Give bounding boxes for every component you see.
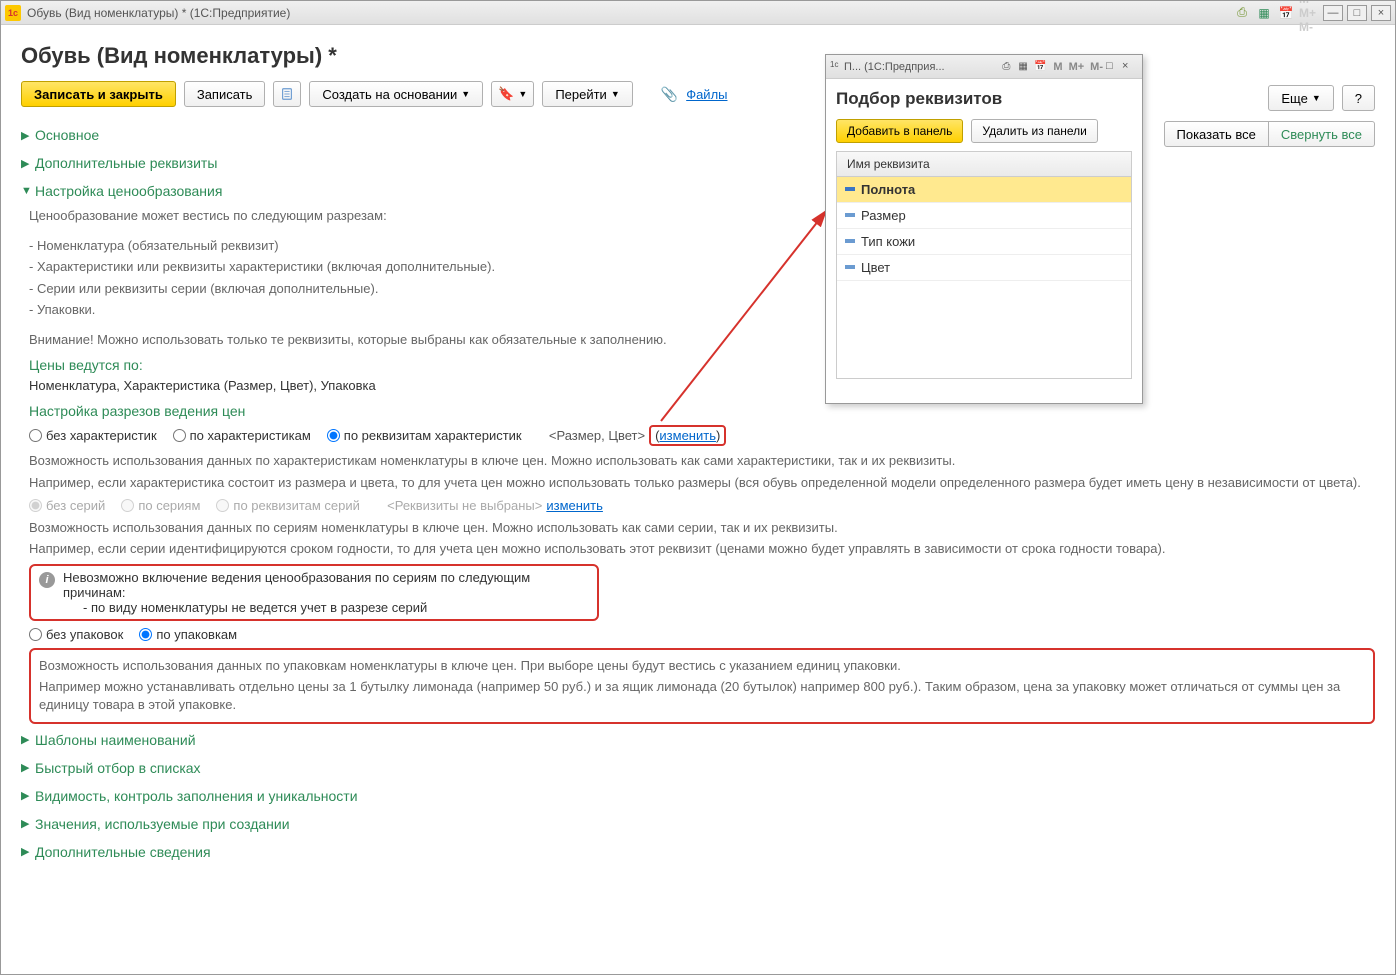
minimize-button[interactable]: —: [1323, 5, 1343, 21]
series-radio-row: без серий по сериям по реквизитам серий …: [29, 498, 1375, 513]
pack-desc-box: Возможность использования данных по упак…: [29, 648, 1375, 724]
popup-remove-button[interactable]: Удалить из панели: [971, 119, 1097, 143]
popup-titlebar: 1c П... (1С:Предприя... ⎙ ▦ 📅 M M+ M- □ …: [826, 55, 1142, 79]
m-icon[interactable]: M M+ M-: [1299, 4, 1317, 22]
popup-row-0[interactable]: Полнота: [837, 177, 1131, 203]
close-button[interactable]: ×: [1371, 5, 1391, 21]
series-desc-2: Например, если серии идентифицируются ср…: [29, 540, 1375, 558]
series-error-head: Невозможно включение ведения ценообразов…: [63, 570, 589, 600]
radio-by-series-req: по реквизитам серий: [216, 498, 360, 513]
char-desc-2: Например, если характеристика состоит из…: [29, 474, 1375, 492]
char-desc-1: Возможность использования данных по хара…: [29, 452, 1375, 470]
popup-print-icon[interactable]: ⎙: [1002, 61, 1018, 72]
change-char-box: (изменить): [649, 425, 726, 446]
collapse-all-button[interactable]: Свернуть все: [1269, 121, 1375, 147]
popup-calc-icon[interactable]: ▦: [1018, 61, 1034, 72]
radio-no-series: без серий: [29, 498, 105, 513]
pack-desc-1: Возможность использования данных по упак…: [39, 657, 1365, 675]
radio-by-char-req[interactable]: по реквизитам характеристик: [327, 428, 522, 443]
section-quick[interactable]: ▶Быстрый отбор в списках: [21, 756, 1375, 780]
attachment-icon[interactable]: 📎: [661, 86, 678, 103]
bullet-3: - Серии или реквизиты серии (включая доп…: [29, 280, 1375, 298]
bullet-2: - Характеристики или реквизиты характери…: [29, 258, 1375, 276]
main-window: 1c Обувь (Вид номенклатуры) * (1С:Предпр…: [0, 0, 1396, 975]
radio-by-char[interactable]: по характеристикам: [173, 428, 311, 443]
save-button[interactable]: Записать: [184, 81, 266, 107]
doc-button[interactable]: [273, 81, 301, 107]
tags-button[interactable]: 🔖 ▼: [491, 81, 534, 107]
section-values[interactable]: ▶Значения, используемые при создании: [21, 812, 1375, 836]
char-radio-row: без характеристик по характеристикам по …: [29, 425, 1375, 446]
series-req-tag: <Реквизиты не выбраны>: [387, 498, 542, 513]
char-req-tag: <Размер, Цвет>: [549, 428, 645, 443]
main-toolbar: Записать и закрыть Записать Создать на о…: [21, 81, 1375, 107]
popup-header: Подбор реквизитов: [836, 89, 1132, 109]
change-series-link[interactable]: изменить: [546, 498, 603, 513]
bullet-1: - Номенклатура (обязательный реквизит): [29, 237, 1375, 255]
create-based-button[interactable]: Создать на основании ▼: [309, 81, 483, 107]
goto-button[interactable]: Перейти ▼: [542, 81, 632, 107]
popup-row-2[interactable]: Тип кожи: [837, 229, 1131, 255]
popup-mplus-button[interactable]: M+: [1066, 61, 1088, 73]
series-error-box: i Невозможно включение ведения ценообраз…: [29, 564, 599, 621]
popup-mminus-button[interactable]: M-: [1087, 61, 1106, 73]
app-logo-icon: 1c: [5, 5, 21, 21]
radio-by-pack[interactable]: по упаковкам: [139, 627, 237, 642]
files-link[interactable]: Файлы: [686, 87, 727, 102]
popup-list-header: Имя реквизита: [837, 152, 1131, 177]
document-icon: [280, 87, 294, 101]
bullet-4: - Упаковки.: [29, 301, 1375, 319]
radio-no-char[interactable]: без характеристик: [29, 428, 157, 443]
more-button[interactable]: Еще ▼: [1268, 85, 1333, 111]
popup-close-button[interactable]: ×: [1122, 60, 1138, 74]
window-title: Обувь (Вид номенклатуры) * (1С:Предприят…: [27, 6, 290, 20]
page-title: Обувь (Вид номенклатуры) *: [21, 43, 1375, 69]
pack-desc-2: Например можно устанавливать отдельно це…: [39, 678, 1365, 714]
pricing-warning: Внимание! Можно использовать только те р…: [29, 331, 1375, 349]
popup-list: Имя реквизита Полнота Размер Тип кожи Цв…: [836, 151, 1132, 379]
help-button[interactable]: ?: [1342, 85, 1375, 111]
series-error-b1: - по виду номенклатуры не ведется учет в…: [63, 600, 589, 615]
calendar-icon[interactable]: 📅: [1277, 4, 1295, 22]
slices-head: Настройка разрезов ведения цен: [29, 403, 1375, 419]
popup-row-3[interactable]: Цвет: [837, 255, 1131, 281]
radio-by-series: по сериям: [121, 498, 200, 513]
content-area: Обувь (Вид номенклатуры) * Записать и за…: [1, 25, 1395, 880]
show-all-button[interactable]: Показать все: [1164, 121, 1269, 147]
info-icon: i: [39, 572, 55, 588]
section-visibility[interactable]: ▶Видимость, контроль заполнения и уникал…: [21, 784, 1375, 808]
maximize-button[interactable]: □: [1347, 5, 1367, 21]
pack-radio-row: без упаковок по упаковкам: [29, 627, 1375, 642]
print-icon[interactable]: ⎙: [1233, 4, 1251, 22]
section-extra[interactable]: ▶Дополнительные реквизиты: [21, 151, 1375, 175]
popup-m-button[interactable]: M: [1050, 61, 1065, 73]
popup-add-button[interactable]: Добавить в панель: [836, 119, 963, 143]
change-char-link[interactable]: изменить: [659, 428, 716, 443]
prices-by-value: Номенклатура, Характеристика (Размер, Цв…: [29, 377, 1375, 395]
section-extra-info[interactable]: ▶Дополнительные сведения: [21, 840, 1375, 864]
popup-window: 1c П... (1С:Предприя... ⎙ ▦ 📅 M M+ M- □ …: [825, 54, 1143, 404]
radio-no-pack[interactable]: без упаковок: [29, 627, 123, 642]
popup-title: П... (1С:Предприя...: [844, 61, 945, 73]
prices-by-head: Цены ведутся по:: [29, 357, 1375, 373]
pricing-intro: Ценообразование может вестись по следующ…: [29, 207, 1375, 225]
titlebar: 1c Обувь (Вид номенклатуры) * (1С:Предпр…: [1, 1, 1395, 25]
calculator-icon[interactable]: ▦: [1255, 4, 1273, 22]
section-pricing[interactable]: ▼Настройка ценообразования: [21, 179, 1375, 203]
series-desc-1: Возможность использования данных по сери…: [29, 519, 1375, 537]
save-close-button[interactable]: Записать и закрыть: [21, 81, 176, 107]
popup-cal-icon[interactable]: 📅: [1034, 61, 1050, 72]
popup-row-1[interactable]: Размер: [837, 203, 1131, 229]
section-templates[interactable]: ▶Шаблоны наименований: [21, 728, 1375, 752]
popup-logo-icon: 1c: [830, 60, 844, 74]
popup-max-button[interactable]: □: [1106, 60, 1122, 74]
